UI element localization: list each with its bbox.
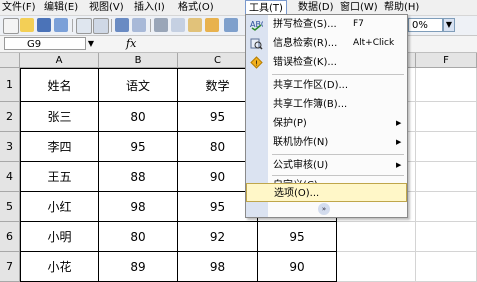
empty-cell[interactable] — [416, 132, 477, 162]
column-header-a[interactable]: A — [20, 53, 99, 68]
double-chevron-down-icon[interactable]: » — [318, 203, 330, 215]
empty-cell[interactable] — [416, 162, 477, 192]
table-cell[interactable]: 92 — [178, 222, 258, 252]
menu-format[interactable]: 格式(O) — [178, 0, 214, 15]
empty-cell[interactable] — [416, 68, 477, 102]
print-icon[interactable] — [76, 18, 92, 34]
empty-cell[interactable] — [416, 252, 477, 282]
zoom-dropdown-icon[interactable]: ▼ — [443, 18, 455, 32]
menu-item-protection[interactable]: 保护(P) ▶ — [246, 114, 407, 133]
spellcheck-toolbar-icon[interactable] — [115, 18, 129, 32]
svg-text:ABC: ABC — [250, 20, 263, 29]
menu-edit[interactable]: 编辑(E) — [44, 0, 78, 15]
zoom-field[interactable]: 0% — [408, 18, 443, 32]
table-cell[interactable]: 张三 — [20, 102, 99, 132]
column-header-b[interactable]: B — [99, 53, 178, 68]
research-toolbar-icon[interactable] — [132, 18, 146, 32]
menu-separator — [272, 154, 404, 155]
table-cell[interactable]: 李四 — [20, 132, 99, 162]
table-cell[interactable]: 80 — [99, 102, 178, 132]
submenu-arrow-icon: ▶ — [396, 161, 402, 169]
menu-separator — [272, 74, 404, 75]
menu-item-error-check[interactable]: ! 错误检查(K)... — [246, 53, 407, 72]
copy-icon[interactable] — [171, 18, 185, 32]
table-cell[interactable]: 小明 — [20, 222, 99, 252]
error-check-icon: ! — [250, 56, 263, 69]
save-icon[interactable] — [37, 18, 51, 32]
menu-tools[interactable]: 工具(T) — [245, 0, 287, 15]
row-header-1[interactable]: 1 — [0, 68, 20, 102]
svg-text:!: ! — [255, 60, 258, 68]
table-cell[interactable]: 王五 — [20, 162, 99, 192]
menu-item-options[interactable]: 选项(O)... — [246, 183, 407, 202]
menu-item-formula-auditing[interactable]: 公式审核(U) ▶ — [246, 156, 407, 175]
table-cell[interactable]: 90 — [258, 252, 337, 282]
tools-menu: ABC 拼写检查(S)... F7 信息检索(R)... Alt+Click !… — [245, 14, 408, 218]
paste-icon[interactable] — [188, 18, 202, 32]
menu-item-online-collaboration[interactable]: 联机协作(N) ▶ — [246, 133, 407, 152]
table-cell[interactable]: 95 — [258, 222, 337, 252]
menu-insert[interactable]: 插入(I) — [134, 0, 165, 15]
row-header-7[interactable]: 7 — [0, 252, 20, 282]
table-cell[interactable]: 小花 — [20, 252, 99, 282]
spellcheck-icon: ABC — [250, 18, 267, 31]
table-cell[interactable]: 小红 — [20, 192, 99, 222]
menu-item-research[interactable]: 信息检索(R)... Alt+Click — [246, 34, 407, 53]
menu-item-share-workbook[interactable]: 共享工作簿(B)... — [246, 95, 407, 114]
column-header-f[interactable]: F — [416, 53, 477, 68]
table-cell[interactable]: 98 — [99, 192, 178, 222]
permission-icon[interactable] — [54, 18, 68, 32]
table-cell[interactable]: 80 — [99, 222, 178, 252]
name-box-dropdown-icon[interactable]: ▼ — [86, 37, 96, 50]
row-header-6[interactable]: 6 — [0, 222, 20, 252]
table-cell[interactable]: 98 — [178, 252, 258, 282]
row-header-5[interactable]: 5 — [0, 192, 20, 222]
table-header-cell[interactable]: 语文 — [99, 68, 178, 102]
toolbar-separator — [72, 19, 73, 32]
empty-cell[interactable] — [416, 222, 477, 252]
toolbar-separator — [150, 19, 151, 32]
format-painter-icon[interactable] — [205, 18, 219, 32]
fx-icon[interactable]: fx — [126, 36, 136, 52]
menu-file[interactable]: 文件(F) — [2, 0, 36, 15]
table-cell[interactable]: 89 — [99, 252, 178, 282]
menu-window[interactable]: 窗口(W) — [340, 0, 378, 15]
table-cell[interactable]: 95 — [99, 132, 178, 162]
empty-cell[interactable] — [416, 192, 477, 222]
row-header-2[interactable]: 2 — [0, 102, 20, 132]
new-icon[interactable] — [3, 18, 19, 34]
empty-cell[interactable] — [337, 222, 416, 252]
open-icon[interactable] — [20, 18, 34, 32]
empty-cell[interactable] — [416, 102, 477, 132]
row-header-3[interactable]: 3 — [0, 132, 20, 162]
menu-view[interactable]: 视图(V) — [89, 0, 124, 15]
toolbar-separator — [111, 19, 112, 32]
menu-item-shared-workspace[interactable]: 共享工作区(D)... — [246, 76, 407, 95]
name-box[interactable]: G9 — [4, 37, 86, 50]
undo-icon[interactable] — [224, 18, 238, 32]
cut-icon[interactable] — [154, 18, 168, 32]
empty-cell[interactable] — [337, 252, 416, 282]
menu-data[interactable]: 数据(D) — [298, 0, 334, 15]
menu-item-spelling[interactable]: ABC 拼写检查(S)... F7 — [246, 15, 407, 34]
submenu-arrow-icon: ▶ — [396, 138, 402, 146]
print-preview-icon[interactable] — [93, 18, 109, 34]
select-all-corner[interactable] — [0, 53, 20, 68]
table-cell[interactable]: 88 — [99, 162, 178, 192]
table-header-cell[interactable]: 姓名 — [20, 68, 99, 102]
submenu-arrow-icon: ▶ — [396, 119, 402, 127]
research-icon — [250, 37, 263, 50]
menu-help[interactable]: 帮助(H) — [384, 0, 419, 15]
row-header-4[interactable]: 4 — [0, 162, 20, 192]
